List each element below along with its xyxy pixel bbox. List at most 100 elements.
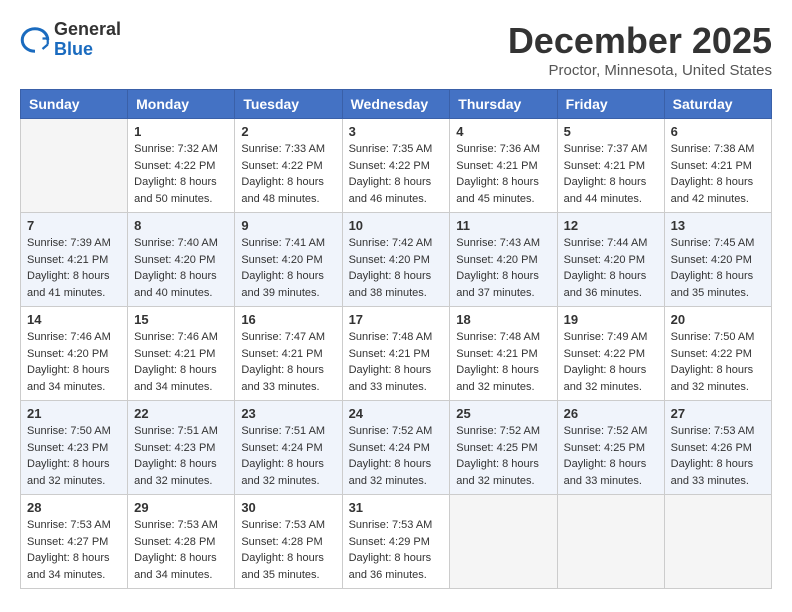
day-number: 26 xyxy=(564,406,658,421)
calendar-cell: 4 Sunrise: 7:36 AMSunset: 4:21 PMDaylight… xyxy=(450,119,557,213)
day-info: Sunrise: 7:32 AMSunset: 4:22 PMDaylight:… xyxy=(134,141,228,207)
day-info: Sunrise: 7:53 AMSunset: 4:28 PMDaylight:… xyxy=(241,517,335,583)
day-info: Sunrise: 7:37 AMSunset: 4:21 PMDaylight:… xyxy=(564,141,658,207)
day-info: Sunrise: 7:53 AMSunset: 4:29 PMDaylight:… xyxy=(349,517,444,583)
day-info: Sunrise: 7:40 AMSunset: 4:20 PMDaylight:… xyxy=(134,235,228,301)
day-info: Sunrise: 7:36 AMSunset: 4:21 PMDaylight:… xyxy=(456,141,550,207)
day-number: 21 xyxy=(27,406,121,421)
header-day-friday: Friday xyxy=(557,90,664,119)
day-number: 18 xyxy=(456,312,550,327)
calendar-cell: 15Sunrise: 7:46 AMSunset: 4:21 PMDayligh… xyxy=(128,307,235,401)
day-number: 6 xyxy=(671,124,765,139)
calendar-cell: 2 Sunrise: 7:33 AMSunset: 4:22 PMDaylight… xyxy=(235,119,342,213)
calendar-cell: 30 Sunrise: 7:53 AMSunset: 4:28 PMDayligh… xyxy=(235,495,342,589)
day-number: 3 xyxy=(349,124,444,139)
day-number: 16 xyxy=(241,312,335,327)
day-info: Sunrise: 7:46 AMSunset: 4:20 PMDaylight:… xyxy=(27,329,121,395)
day-info: Sunrise: 7:48 AMSunset: 4:21 PMDaylight:… xyxy=(456,329,550,395)
day-number: 30 xyxy=(241,500,335,515)
day-info: Sunrise: 7:38 AMSunset: 4:21 PMDaylight:… xyxy=(671,141,765,207)
calendar-cell: 14 Sunrise: 7:46 AMSunset: 4:20 PMDayligh… xyxy=(21,307,128,401)
calendar-week-row: 14 Sunrise: 7:46 AMSunset: 4:20 PMDayligh… xyxy=(21,307,772,401)
day-number: 12 xyxy=(564,218,658,233)
day-info: Sunrise: 7:44 AMSunset: 4:20 PMDaylight:… xyxy=(564,235,658,301)
logo-icon xyxy=(20,25,50,55)
calendar-cell: 3Sunrise: 7:35 AMSunset: 4:22 PMDaylight… xyxy=(342,119,450,213)
calendar-cell xyxy=(450,495,557,589)
calendar-header-row: SundayMondayTuesdayWednesdayThursdayFrid… xyxy=(21,90,772,119)
day-number: 13 xyxy=(671,218,765,233)
calendar-week-row: 7 Sunrise: 7:39 AMSunset: 4:21 PMDaylight… xyxy=(21,213,772,307)
day-number: 7 xyxy=(27,218,121,233)
day-info: Sunrise: 7:48 AMSunset: 4:21 PMDaylight:… xyxy=(349,329,444,395)
calendar-cell: 19 Sunrise: 7:49 AMSunset: 4:22 PMDayligh… xyxy=(557,307,664,401)
day-info: Sunrise: 7:52 AMSunset: 4:25 PMDaylight:… xyxy=(456,423,550,489)
day-info: Sunrise: 7:53 AMSunset: 4:27 PMDaylight:… xyxy=(27,517,121,583)
day-info: Sunrise: 7:53 AMSunset: 4:26 PMDaylight:… xyxy=(671,423,765,489)
calendar-subtitle: Proctor, Minnesota, United States xyxy=(508,62,772,79)
day-number: 22 xyxy=(134,406,228,421)
title-block: December 2025 Proctor, Minnesota, United… xyxy=(508,20,772,79)
header-day-tuesday: Tuesday xyxy=(235,90,342,119)
day-info: Sunrise: 7:50 AMSunset: 4:23 PMDaylight:… xyxy=(27,423,121,489)
header-day-thursday: Thursday xyxy=(450,90,557,119)
calendar-cell: 24Sunrise: 7:52 AMSunset: 4:24 PMDayligh… xyxy=(342,401,450,495)
calendar-cell xyxy=(21,119,128,213)
day-info: Sunrise: 7:39 AMSunset: 4:21 PMDaylight:… xyxy=(27,235,121,301)
day-number: 19 xyxy=(564,312,658,327)
day-info: Sunrise: 7:41 AMSunset: 4:20 PMDaylight:… xyxy=(241,235,335,301)
calendar-cell: 29Sunrise: 7:53 AMSunset: 4:28 PMDayligh… xyxy=(128,495,235,589)
day-info: Sunrise: 7:52 AMSunset: 4:25 PMDaylight:… xyxy=(564,423,658,489)
calendar-week-row: 21 Sunrise: 7:50 AMSunset: 4:23 PMDayligh… xyxy=(21,401,772,495)
calendar-cell: 23 Sunrise: 7:51 AMSunset: 4:24 PMDayligh… xyxy=(235,401,342,495)
day-number: 2 xyxy=(241,124,335,139)
calendar-cell: 18 Sunrise: 7:48 AMSunset: 4:21 PMDayligh… xyxy=(450,307,557,401)
day-info: Sunrise: 7:52 AMSunset: 4:24 PMDaylight:… xyxy=(349,423,444,489)
calendar-title: December 2025 xyxy=(508,20,772,62)
day-info: Sunrise: 7:51 AMSunset: 4:23 PMDaylight:… xyxy=(134,423,228,489)
calendar-cell: 7 Sunrise: 7:39 AMSunset: 4:21 PMDaylight… xyxy=(21,213,128,307)
header-day-saturday: Saturday xyxy=(664,90,771,119)
day-number: 8 xyxy=(134,218,228,233)
header-day-sunday: Sunday xyxy=(21,90,128,119)
day-number: 27 xyxy=(671,406,765,421)
calendar-cell: 26 Sunrise: 7:52 AMSunset: 4:25 PMDayligh… xyxy=(557,401,664,495)
calendar-cell: 9Sunrise: 7:41 AMSunset: 4:20 PMDaylight… xyxy=(235,213,342,307)
calendar-cell: 10 Sunrise: 7:42 AMSunset: 4:20 PMDayligh… xyxy=(342,213,450,307)
day-info: Sunrise: 7:42 AMSunset: 4:20 PMDaylight:… xyxy=(349,235,444,301)
day-info: Sunrise: 7:47 AMSunset: 4:21 PMDaylight:… xyxy=(241,329,335,395)
calendar-cell xyxy=(664,495,771,589)
day-number: 29 xyxy=(134,500,228,515)
day-number: 4 xyxy=(456,124,550,139)
calendar-cell: 27 Sunrise: 7:53 AMSunset: 4:26 PMDayligh… xyxy=(664,401,771,495)
calendar-week-row: 28 Sunrise: 7:53 AMSunset: 4:27 PMDayligh… xyxy=(21,495,772,589)
day-number: 31 xyxy=(349,500,444,515)
calendar-cell: 22 Sunrise: 7:51 AMSunset: 4:23 PMDayligh… xyxy=(128,401,235,495)
day-number: 20 xyxy=(671,312,765,327)
calendar-week-row: 1 Sunrise: 7:32 AMSunset: 4:22 PMDaylight… xyxy=(21,119,772,213)
calendar-cell: 12 Sunrise: 7:44 AMSunset: 4:20 PMDayligh… xyxy=(557,213,664,307)
day-number: 14 xyxy=(27,312,121,327)
calendar-cell: 1 Sunrise: 7:32 AMSunset: 4:22 PMDaylight… xyxy=(128,119,235,213)
day-info: Sunrise: 7:33 AMSunset: 4:22 PMDaylight:… xyxy=(241,141,335,207)
calendar-cell: 20 Sunrise: 7:50 AMSunset: 4:22 PMDayligh… xyxy=(664,307,771,401)
calendar-cell: 17Sunrise: 7:48 AMSunset: 4:21 PMDayligh… xyxy=(342,307,450,401)
day-number: 10 xyxy=(349,218,444,233)
day-number: 15 xyxy=(134,312,228,327)
calendar-cell: 13Sunrise: 7:45 AMSunset: 4:20 PMDayligh… xyxy=(664,213,771,307)
header: General Blue December 2025 Proctor, Minn… xyxy=(20,20,772,79)
calendar-cell: 28 Sunrise: 7:53 AMSunset: 4:27 PMDayligh… xyxy=(21,495,128,589)
calendar-cell: 16 Sunrise: 7:47 AMSunset: 4:21 PMDayligh… xyxy=(235,307,342,401)
header-day-wednesday: Wednesday xyxy=(342,90,450,119)
day-number: 1 xyxy=(134,124,228,139)
day-info: Sunrise: 7:49 AMSunset: 4:22 PMDaylight:… xyxy=(564,329,658,395)
day-number: 28 xyxy=(27,500,121,515)
day-number: 11 xyxy=(456,218,550,233)
day-number: 25 xyxy=(456,406,550,421)
day-info: Sunrise: 7:51 AMSunset: 4:24 PMDaylight:… xyxy=(241,423,335,489)
calendar-cell: 25 Sunrise: 7:52 AMSunset: 4:25 PMDayligh… xyxy=(450,401,557,495)
header-day-monday: Monday xyxy=(128,90,235,119)
day-number: 23 xyxy=(241,406,335,421)
day-info: Sunrise: 7:50 AMSunset: 4:22 PMDaylight:… xyxy=(671,329,765,395)
calendar-cell: 21 Sunrise: 7:50 AMSunset: 4:23 PMDayligh… xyxy=(21,401,128,495)
